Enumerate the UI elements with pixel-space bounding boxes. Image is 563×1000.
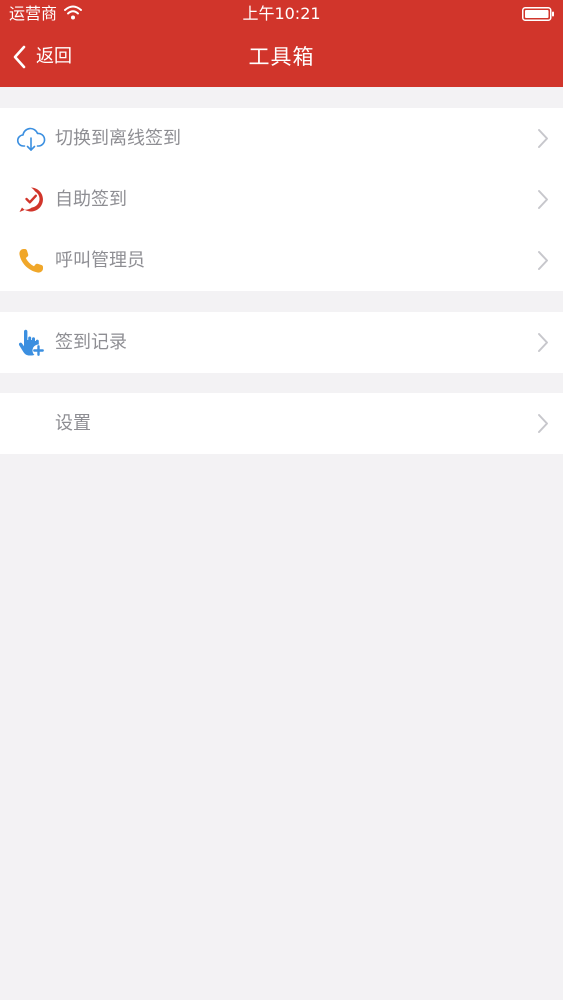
menu-item-label: 切换到离线签到 bbox=[55, 128, 181, 149]
chevron-right-icon bbox=[538, 251, 548, 270]
menu-group-3: 设置 bbox=[0, 393, 563, 454]
menu-item-call-admin[interactable]: 呼叫管理员 bbox=[0, 230, 563, 291]
check-pin-icon bbox=[19, 187, 43, 212]
status-bar: 运营商 上午10:21 bbox=[0, 0, 563, 28]
menu-group-1: 切换到离线签到 自助签到 呼叫管理员 bbox=[0, 108, 563, 291]
tools-screen: 运营商 上午10:21 返回 工具箱 切换到离线签到 自助签到 呼叫管理员 签到… bbox=[0, 0, 563, 1000]
hand-pointer-plus-icon bbox=[18, 329, 45, 357]
menu-item-checkin-records[interactable]: 签到记录 bbox=[0, 312, 563, 373]
menu-group-2: 签到记录 bbox=[0, 312, 563, 373]
page-title: 工具箱 bbox=[248, 45, 315, 69]
menu-item-label: 呼叫管理员 bbox=[55, 250, 145, 271]
battery-icon bbox=[522, 7, 554, 21]
chevron-right-icon bbox=[538, 414, 548, 433]
phone-icon bbox=[19, 249, 43, 273]
navigation-bar: 返回 工具箱 bbox=[0, 28, 563, 87]
chevron-right-icon bbox=[538, 190, 548, 209]
chevron-right-icon bbox=[538, 129, 548, 148]
menu-item-label: 签到记录 bbox=[55, 332, 127, 353]
menu-item-label: 自助签到 bbox=[55, 189, 127, 210]
cloud-download-icon bbox=[16, 127, 46, 151]
status-time: 上午10:21 bbox=[242, 4, 321, 23]
menu-item-self-checkin[interactable]: 自助签到 bbox=[0, 169, 563, 230]
menu-item-label: 设置 bbox=[55, 413, 91, 434]
menu-item-offline-checkin[interactable]: 切换到离线签到 bbox=[0, 108, 563, 169]
chevron-right-icon bbox=[538, 333, 548, 352]
header: 运营商 上午10:21 返回 工具箱 bbox=[0, 0, 563, 87]
menu-item-settings[interactable]: 设置 bbox=[0, 393, 563, 454]
